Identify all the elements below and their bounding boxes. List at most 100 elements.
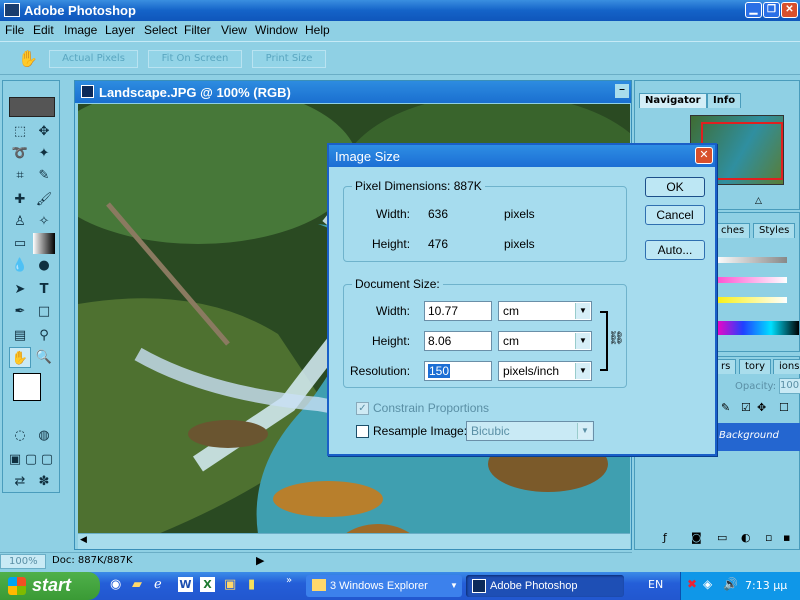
hand-tool-icon[interactable]: ✋ xyxy=(9,347,31,368)
path-selection-icon[interactable]: ➤ xyxy=(9,279,31,300)
photoshop-eye-icon[interactable] xyxy=(9,97,55,117)
zoom-level-field[interactable]: 100% xyxy=(0,554,46,569)
color-slider-1[interactable] xyxy=(715,257,787,263)
tab-swatches[interactable]: ches xyxy=(715,223,751,238)
shape-tool-icon[interactable]: □ xyxy=(33,301,55,322)
doc-width-input[interactable]: 10.77 xyxy=(424,301,492,321)
menu-select[interactable]: Select xyxy=(144,23,177,37)
horizontal-scrollbar[interactable]: ◀ xyxy=(78,533,630,549)
menu-filter[interactable]: Filter xyxy=(184,23,211,37)
status-menu-arrow-icon[interactable]: ▶ xyxy=(256,554,264,567)
clone-stamp-icon[interactable]: ♙ xyxy=(9,211,31,232)
language-indicator[interactable]: EN xyxy=(648,578,663,591)
scroll-left-icon[interactable]: ◀ xyxy=(80,535,87,545)
tab-layers[interactable]: rs xyxy=(715,359,737,374)
menu-view[interactable]: View xyxy=(221,23,247,37)
ok-button[interactable]: OK xyxy=(645,177,705,197)
doc-height-unit-select[interactable]: cm ▼ xyxy=(498,331,592,351)
volume-icon[interactable]: 🔊 xyxy=(723,577,738,591)
history-brush-icon[interactable]: ✧ xyxy=(33,211,55,232)
tab-navigator[interactable]: Navigator xyxy=(639,93,707,108)
menu-layer[interactable]: Layer xyxy=(105,23,135,37)
lock-all-icon[interactable]: ☐ xyxy=(779,401,789,414)
delete-layer-icon[interactable]: ▪ xyxy=(783,531,790,544)
eyedropper-icon[interactable]: ⚲ xyxy=(33,325,55,346)
zoom-tool-icon[interactable]: 🔍 xyxy=(33,347,55,368)
new-set-icon[interactable]: ▭ xyxy=(717,531,727,544)
eraser-tool-icon[interactable]: ▭ xyxy=(9,233,31,254)
excel-icon[interactable]: X xyxy=(200,577,215,592)
tab-actions[interactable]: ions xyxy=(773,359,800,374)
color-slider-3[interactable] xyxy=(715,297,787,303)
calculator-icon[interactable]: ▣ xyxy=(224,577,236,592)
new-layer-icon[interactable]: ▫ xyxy=(765,531,772,544)
folder-icon[interactable]: ▰ xyxy=(132,577,142,592)
menu-file[interactable]: File xyxy=(5,23,24,37)
jump-to-imageready-icon[interactable]: ⇄ xyxy=(9,471,31,492)
type-tool-icon[interactable]: T xyxy=(33,279,55,300)
lock-checkbox-icon[interactable]: ☑ xyxy=(741,401,751,414)
resample-method-select[interactable]: Bicubic ▼ xyxy=(466,421,594,441)
notes-tool-icon[interactable]: ▤ xyxy=(9,325,31,346)
dialog-close-button[interactable]: ✕ xyxy=(695,147,713,164)
network-icon[interactable]: ✖ xyxy=(687,577,697,591)
internet-explorer-icon[interactable]: ℯ xyxy=(154,577,162,592)
opacity-field[interactable]: 100 xyxy=(779,378,800,394)
screen-mode-standard-icon[interactable]: ▣ xyxy=(7,449,23,470)
app-shortcut-icon[interactable]: ▮ xyxy=(248,577,255,592)
brush-tool-icon[interactable]: 🖌 xyxy=(33,189,55,210)
blur-tool-icon[interactable]: 💧 xyxy=(9,255,31,276)
slice-tool-icon[interactable]: ✎ xyxy=(33,165,55,186)
adjustment-layer-icon[interactable]: ◐ xyxy=(741,531,751,544)
close-button[interactable]: ✕ xyxy=(781,2,798,18)
layer-mask-icon[interactable]: ◙ xyxy=(691,531,702,544)
maximize-button[interactable]: ❐ xyxy=(763,2,780,18)
actual-pixels-button[interactable]: Actual Pixels xyxy=(49,50,138,68)
task-windows-explorer[interactable]: 3 Windows Explorer ▼ xyxy=(306,575,462,597)
layer-style-icon[interactable]: ƒ xyxy=(663,531,667,544)
healing-brush-icon[interactable]: ✚ xyxy=(9,189,31,210)
security-icon[interactable]: ◈ xyxy=(703,577,712,591)
minimize-button[interactable]: ▁ xyxy=(745,2,762,18)
screen-mode-full-icon[interactable]: ▢ xyxy=(39,449,55,470)
tab-history[interactable]: tory xyxy=(739,359,772,374)
media-player-icon[interactable]: ◉ xyxy=(110,577,121,592)
menu-edit[interactable]: Edit xyxy=(33,23,54,37)
marquee-tool-icon[interactable]: ⬚ xyxy=(9,121,31,142)
jump-to-imageready-button-icon[interactable]: ✽ xyxy=(33,471,55,492)
menu-window[interactable]: Window xyxy=(255,23,298,37)
quick-mask-icon[interactable]: ◍ xyxy=(33,425,55,446)
menu-help[interactable]: Help xyxy=(305,23,330,37)
cancel-button[interactable]: Cancel xyxy=(645,205,705,225)
lock-brush-icon[interactable]: ✎ xyxy=(721,401,730,414)
lock-move-icon[interactable]: ✥ xyxy=(757,401,766,414)
color-slider-2[interactable] xyxy=(715,277,787,283)
color-spectrum-bar[interactable] xyxy=(715,321,799,335)
screen-mode-full-menu-icon[interactable]: ▢ xyxy=(23,449,39,470)
constrain-proportions-checkbox[interactable]: ✓ xyxy=(356,402,369,415)
task-adobe-photoshop[interactable]: Adobe Photoshop xyxy=(466,575,624,597)
doc-height-input[interactable]: 8.06 xyxy=(424,331,492,351)
magic-wand-icon[interactable]: ✦ xyxy=(33,143,55,164)
lasso-tool-icon[interactable]: ➰ xyxy=(9,143,31,164)
resolution-input[interactable]: 150 xyxy=(424,361,492,381)
layer-background-row[interactable]: Background xyxy=(715,423,800,451)
dodge-tool-icon[interactable]: ● xyxy=(33,255,55,276)
print-size-button[interactable]: Print Size xyxy=(252,50,326,68)
pen-tool-icon[interactable]: ✒ xyxy=(9,301,31,322)
gradient-tool-icon[interactable] xyxy=(33,233,55,254)
word-icon[interactable]: W xyxy=(178,577,193,592)
zoom-slider-icon[interactable]: △ xyxy=(755,196,762,206)
foreground-color-swatch[interactable] xyxy=(13,373,41,401)
move-tool-icon[interactable]: ✥ xyxy=(33,121,55,142)
menu-image[interactable]: Image xyxy=(64,23,97,37)
tab-styles[interactable]: Styles xyxy=(753,223,796,238)
fit-on-screen-button[interactable]: Fit On Screen xyxy=(148,50,242,68)
auto-button[interactable]: Auto... xyxy=(645,240,705,260)
crop-tool-icon[interactable]: ⌗ xyxy=(9,165,31,186)
doc-width-unit-select[interactable]: cm ▼ xyxy=(498,301,592,321)
tab-info[interactable]: Info xyxy=(707,93,742,108)
resolution-unit-select[interactable]: pixels/inch ▼ xyxy=(498,361,592,381)
show-more-icon[interactable]: » xyxy=(286,575,292,586)
start-button[interactable]: start xyxy=(0,572,100,600)
